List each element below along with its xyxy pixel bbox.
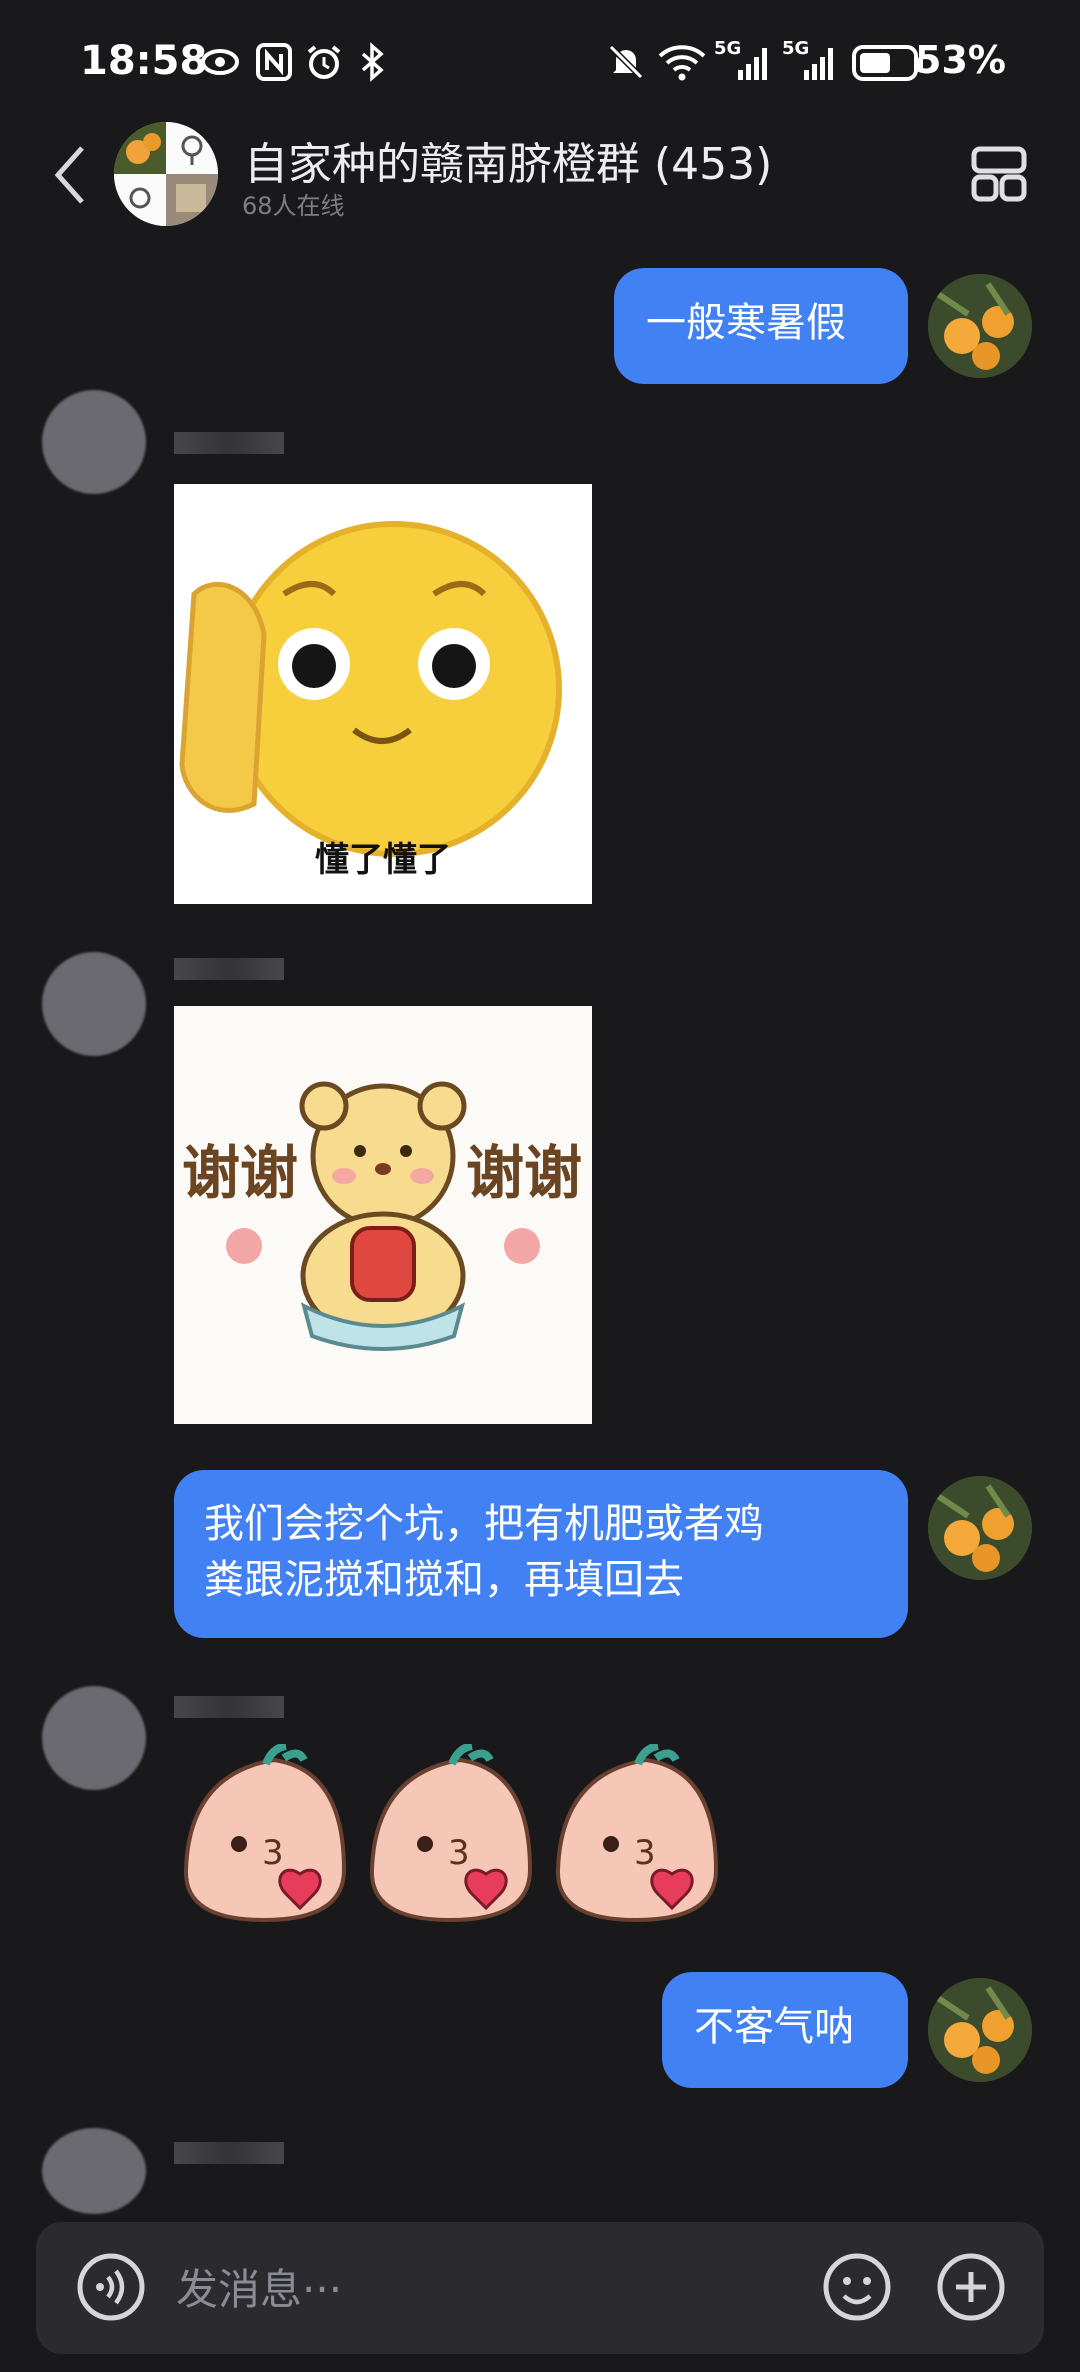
nfc-icon <box>256 43 292 81</box>
my-avatar[interactable] <box>928 1476 1032 1580</box>
back-button[interactable] <box>48 140 92 210</box>
alarm-icon <box>307 45 341 79</box>
message-input-field[interactable]: 发消息··· <box>176 2256 342 2317</box>
member-avatar[interactable] <box>42 390 146 494</box>
member-name <box>174 432 284 454</box>
voice-input-icon[interactable] <box>76 2252 146 2322</box>
my-avatar[interactable] <box>928 1978 1032 2082</box>
kiss-emoji-icon: 3 <box>555 1742 719 1923</box>
orange-tree-avatar-image <box>928 274 1032 378</box>
kiss-emoji-icon: 3 <box>369 1742 533 1923</box>
member-avatar[interactable] <box>42 952 146 1056</box>
message-bubble-mine[interactable]: 一般寒暑假 <box>614 268 908 384</box>
sticker-message[interactable]: 谢谢 谢谢 <box>174 1006 592 1424</box>
member-avatar[interactable] <box>42 2128 146 2214</box>
sticker-caption: 懂了懂了 <box>315 840 451 880</box>
sticker-caption: 谢谢 <box>466 1139 583 1207</box>
bear-thanks-sticker <box>174 1006 592 1424</box>
svg-text:3: 3 <box>448 1833 470 1873</box>
my-avatar[interactable] <box>928 274 1032 378</box>
wifi-icon <box>658 45 706 81</box>
member-name <box>174 958 284 980</box>
sticker-caption: 谢谢 <box>182 1139 299 1207</box>
member-name <box>174 1696 284 1718</box>
group-title[interactable]: 自家种的赣南脐橙群 (453) <box>244 128 772 192</box>
signal-icon <box>738 48 767 80</box>
eye-icon <box>201 49 239 75</box>
emoji-picker-icon[interactable] <box>822 2252 892 2322</box>
group-avatar-image <box>114 122 218 226</box>
bluetooth-icon <box>361 42 384 82</box>
signal-icon <box>804 48 833 80</box>
message-bubble-mine[interactable]: 我们会挖个坑，把有机肥或者鸡 粪跟泥搅和搅和，再填回去 <box>174 1470 908 1638</box>
kiss-emoji-icon: 3 <box>183 1742 347 1923</box>
mute-icon <box>608 44 644 80</box>
online-count: 68人在线 <box>242 192 345 220</box>
group-menu-icon[interactable] <box>970 145 1028 203</box>
svg-text:3: 3 <box>634 1833 656 1873</box>
battery-percent: 53% <box>915 38 1006 82</box>
status-time: 18:58 <box>80 38 208 84</box>
orange-tree-avatar-image <box>928 1978 1032 2082</box>
member-avatar[interactable] <box>42 1686 146 1790</box>
blowing-kiss-emoji-row: 3 3 3 <box>183 1742 719 1923</box>
svg-text:3: 3 <box>262 1833 284 1873</box>
group-avatar[interactable] <box>114 122 218 226</box>
add-attachment-icon[interactable] <box>936 2252 1006 2322</box>
message-bubble-mine[interactable]: 不客气呐 <box>662 1972 908 2088</box>
member-name <box>174 2142 284 2164</box>
sticker-message[interactable]: 懂了懂了 <box>174 484 592 904</box>
battery-icon <box>852 45 923 81</box>
orange-tree-avatar-image <box>928 1476 1032 1580</box>
emoji-message[interactable]: 3 3 3 <box>183 1742 740 1924</box>
